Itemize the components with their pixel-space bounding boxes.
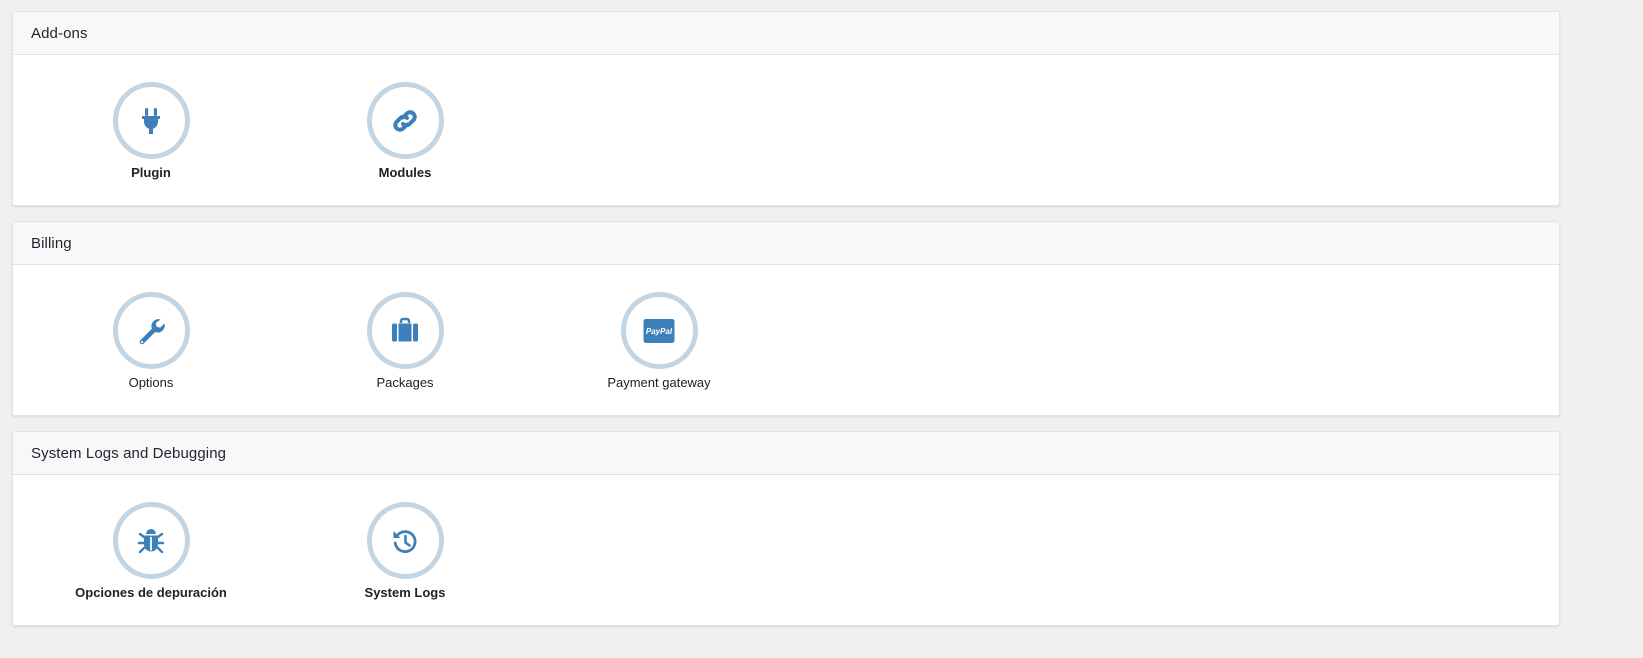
debug-options-icon-circle: [112, 502, 190, 579]
tile-label: Options: [128, 375, 174, 390]
debug-options-tile[interactable]: Opciones de depuración: [51, 502, 251, 600]
modules-tile[interactable]: Modules: [305, 82, 505, 180]
addons-panel-body: Plugin Modules: [13, 55, 1559, 205]
system-logs-panel: System Logs and Debugging Opciones de de…: [12, 431, 1560, 626]
addons-panel: Add-ons Plugin Modules: [12, 11, 1560, 206]
tile-label: System Logs: [364, 585, 446, 600]
link-icon: [393, 109, 417, 132]
tile-label: Payment gateway: [607, 375, 711, 390]
suitcase-icon: [392, 317, 418, 341]
payment-gateway-tile[interactable]: PayPal Payment gateway: [559, 292, 759, 390]
history-icon: [393, 529, 417, 553]
options-tile[interactable]: Options: [51, 292, 251, 390]
svg-text:PayPal: PayPal: [646, 327, 673, 336]
system-logs-tile[interactable]: System Logs: [305, 502, 505, 600]
billing-panel: Billing Options Packages PayPal Payment …: [12, 221, 1560, 416]
system-logs-icon-circle: [366, 502, 444, 579]
paypal-icon: PayPal: [643, 318, 675, 343]
bug-icon: [137, 528, 165, 553]
payment-gateway-icon-circle: PayPal: [620, 292, 698, 369]
packages-tile[interactable]: Packages: [305, 292, 505, 390]
tile-label: Packages: [376, 375, 434, 390]
modules-icon-circle: [366, 82, 444, 159]
packages-icon-circle: [366, 292, 444, 369]
panel-title: System Logs and Debugging: [31, 444, 227, 462]
wrench-icon: [139, 318, 165, 344]
system-logs-panel-header: System Logs and Debugging: [13, 432, 1559, 475]
system-logs-panel-body: Opciones de depuración System Logs: [13, 475, 1559, 625]
tile-label: Opciones de depuración: [75, 585, 227, 600]
tile-label: Plugin: [131, 165, 171, 180]
plugin-icon-circle: [112, 82, 190, 159]
plug-icon: [142, 107, 160, 134]
panel-title: Add-ons: [31, 24, 88, 42]
options-icon-circle: [112, 292, 190, 369]
billing-panel-body: Options Packages PayPal Payment gateway: [13, 265, 1559, 415]
tile-label: Modules: [378, 165, 432, 180]
billing-panel-header: Billing: [13, 222, 1559, 265]
panel-title: Billing: [31, 234, 72, 252]
page: Add-ons Plugin Modules Billing Options P…: [0, 0, 1643, 658]
plugin-tile[interactable]: Plugin: [51, 82, 251, 180]
addons-panel-header: Add-ons: [13, 12, 1559, 55]
